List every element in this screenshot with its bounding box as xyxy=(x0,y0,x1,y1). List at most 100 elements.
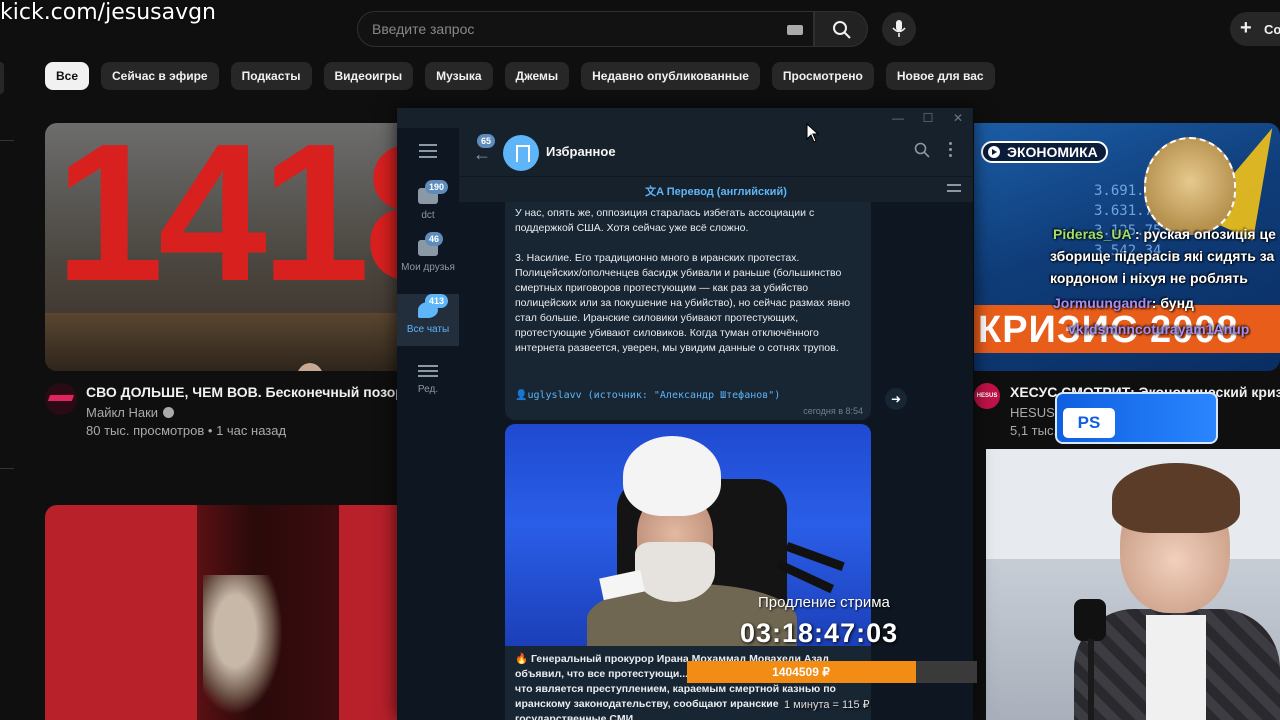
video-title[interactable]: СВО ДОЛЬШЕ, ЧЕМ ВОВ. Бесконечный позор П… xyxy=(86,384,426,400)
translate-icon: 文A xyxy=(645,186,667,198)
category-badge-label: ЭКОНОМИКА xyxy=(1007,144,1098,160)
channel-avatar[interactable]: HESUS xyxy=(974,383,1000,409)
meme-face xyxy=(1144,137,1236,235)
folder-my-friends[interactable]: 46 Мои друзья xyxy=(397,232,459,284)
user-icon: 👤 xyxy=(515,390,528,401)
channel-avatar[interactable] xyxy=(45,383,77,415)
chat-text: : руская опозиція це xyxy=(1134,226,1276,242)
back-unread-count: 65 xyxy=(477,134,496,148)
chat-message: кордоном і ніхуя не роблять xyxy=(1050,270,1248,286)
mouse-cursor-icon xyxy=(806,123,820,143)
message-source: 👤uglyslavv (источник: "Александр Штефано… xyxy=(515,390,780,401)
unread-count: 190 xyxy=(425,180,449,194)
streamer-shirt xyxy=(1146,615,1206,720)
more-icon[interactable] xyxy=(949,142,953,160)
search-button[interactable] xyxy=(814,11,868,47)
video-thumbnail[interactable]: 1418 xyxy=(45,123,397,371)
search-placeholder: Введите запрос xyxy=(372,21,475,37)
chat-header: ← 65 Избранное xyxy=(459,128,973,176)
create-button[interactable]: + Со xyxy=(1230,12,1280,46)
photo-beard xyxy=(635,542,715,602)
verified-icon xyxy=(163,407,175,418)
chip-watched[interactable]: Просмотрено xyxy=(771,62,874,90)
sliders-icon xyxy=(418,362,438,378)
filter-chips: Все Сейчас в эфире Подкасты Видеоигры Му… xyxy=(45,62,995,90)
message-bubble[interactable]: У нас, опять же, оппозиция старалась изб… xyxy=(505,202,871,420)
ps-logo: PS xyxy=(1063,408,1115,438)
folder-all-chats[interactable]: 413 Все чаты xyxy=(397,294,459,346)
sidebar-divider xyxy=(0,468,14,469)
message-photo[interactable] xyxy=(505,424,871,646)
thumbnail-text: 1418 xyxy=(55,123,397,322)
chat-message: Jormuungandr: бунд xyxy=(1053,295,1194,311)
chip-live[interactable]: Сейчас в эфире xyxy=(101,62,219,90)
microphone-icon xyxy=(892,20,906,37)
chat-message: зборище підерасів які сидять за xyxy=(1050,248,1275,264)
chat-username: Jormuungandr xyxy=(1053,295,1152,311)
chat-text: : бунд xyxy=(1151,295,1194,311)
translate-bar[interactable]: 文A Перевод (английский) xyxy=(459,176,973,202)
donation-rate: 1 минута = 115 ₽ xyxy=(784,699,870,711)
chat-title[interactable]: Избранное xyxy=(546,144,616,159)
folder-label: Ред. xyxy=(417,384,439,395)
chip-new-for-you[interactable]: Новое для вас xyxy=(885,62,995,90)
create-label: Со xyxy=(1264,22,1280,37)
folder-label: dct xyxy=(421,210,435,221)
stream-url-overlay: kick.com/jesusavgn xyxy=(0,0,217,25)
chip-jams[interactable]: Джемы xyxy=(504,62,570,90)
maximize-button[interactable]: ☐ xyxy=(921,111,935,125)
sidebar-divider xyxy=(0,140,14,141)
folder-label: Все чаты xyxy=(406,324,450,335)
chip-all[interactable]: Все xyxy=(45,62,90,90)
message-paragraph: 3. Насилие. Его традиционно много в иран… xyxy=(515,252,851,354)
translate-settings-icon[interactable] xyxy=(947,184,961,196)
microphone xyxy=(1068,599,1112,720)
chip-podcasts[interactable]: Подкасты xyxy=(230,62,312,90)
folder-dct[interactable]: 190 dct xyxy=(397,180,459,232)
message-time: сегодня в 8:54 xyxy=(803,406,863,416)
bookmark-icon[interactable] xyxy=(503,135,539,171)
chat-username: Pideras_UA xyxy=(1053,226,1132,242)
unread-count: 413 xyxy=(425,294,449,308)
translate-text: Перевод (английский) xyxy=(666,186,787,198)
forward-icon[interactable]: ➜ xyxy=(885,388,907,410)
search-icon[interactable] xyxy=(914,142,930,158)
chip-recently-uploaded[interactable]: Недавно опубликованные xyxy=(581,62,760,90)
thumbnail-person xyxy=(203,575,283,715)
video-thumbnail[interactable] xyxy=(45,505,397,720)
ps-overlay-badge: PS xyxy=(1055,392,1218,444)
category-badge: ЭКОНОМИКА xyxy=(981,141,1108,163)
donation-progress: 1404509 ₽ xyxy=(687,661,977,683)
translate-label: 文A Перевод (английский) xyxy=(459,183,973,199)
webcam-feed xyxy=(986,449,1280,720)
message-source-text: uglyslavv (источник: "Александр Штефанов… xyxy=(527,390,781,401)
donation-amount: 1404509 ₽ xyxy=(772,665,830,679)
sidebar-edge xyxy=(0,62,4,94)
photo-turban xyxy=(623,436,721,516)
chip-music[interactable]: Музыка xyxy=(425,62,493,90)
chip-videogames[interactable]: Видеоигры xyxy=(323,62,414,90)
keyboard-icon[interactable] xyxy=(787,25,803,35)
play-icon xyxy=(988,146,1000,158)
message-paragraph: У нас, опять же, оппозиция старалась изб… xyxy=(515,207,815,234)
folder-edit[interactable]: Ред. xyxy=(397,354,459,406)
search-input[interactable]: Введите запрос xyxy=(357,11,814,47)
menu-icon[interactable] xyxy=(419,144,437,162)
thumbnail-person xyxy=(298,363,322,371)
chat-message: vkrdsmnncoturayam1Anup xyxy=(1068,321,1250,337)
folder-label: Мои друзья xyxy=(401,262,455,273)
plus-icon: + xyxy=(1240,17,1252,39)
screen: Введите запрос + Со kick.com/jesusavgn В… xyxy=(0,0,1280,720)
video-stats: 80 тыс. просмотров • 1 час назад xyxy=(86,423,287,438)
streamer-hair xyxy=(1112,463,1240,533)
window-titlebar[interactable]: — ☐ ✕ xyxy=(397,108,973,128)
unread-count: 46 xyxy=(425,232,444,246)
channel-name[interactable]: Майкл Наки xyxy=(86,405,175,420)
video-stats: 5,1 тыс. xyxy=(1010,423,1058,438)
voice-search-button[interactable] xyxy=(882,12,916,46)
minimize-button[interactable]: — xyxy=(891,111,905,125)
channel-name-text: Майкл Наки xyxy=(86,405,159,420)
close-button[interactable]: ✕ xyxy=(951,111,965,125)
chat-message: Pideras_UA : руская опозиція це xyxy=(1053,226,1276,242)
stream-extension-label: Продление стрима xyxy=(758,594,890,611)
